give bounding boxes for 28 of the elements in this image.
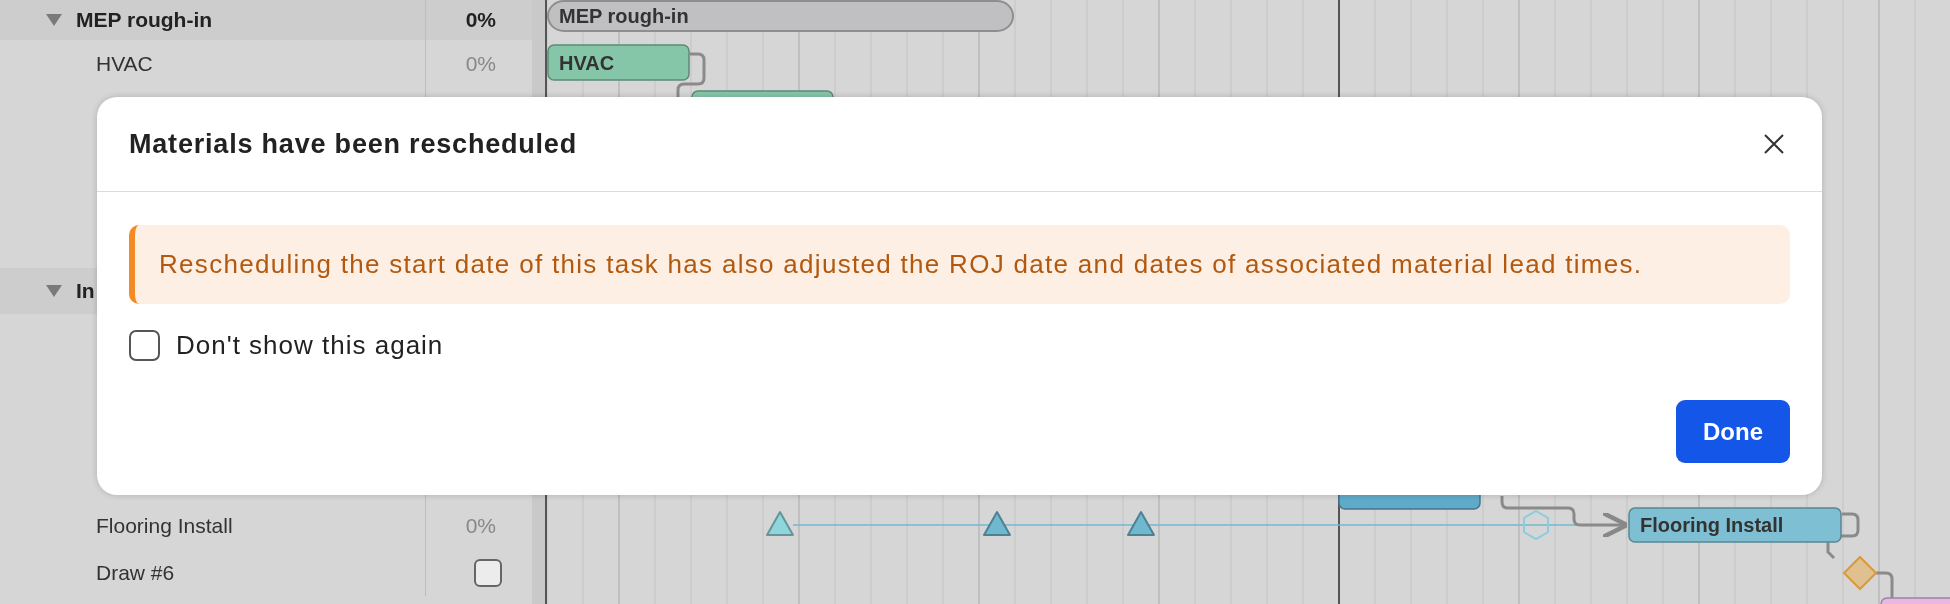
- group-name[interactable]: MEP rough-in: [76, 8, 213, 32]
- task-bar[interactable]: Flooring Install: [1628, 507, 1842, 543]
- task-bar[interactable]: HVAC: [547, 44, 690, 81]
- dialog-title: Materials have been rescheduled: [129, 128, 577, 160]
- warning-message: Rescheduling the start date of this task has also adjusted the ROJ date and dates of associated material lead times.: [159, 249, 1643, 279]
- collapse-triangle-icon[interactable]: [46, 285, 62, 297]
- connector-line: [1876, 571, 1894, 599]
- milestone-hexagon-icon[interactable]: [1523, 509, 1549, 541]
- task-name[interactable]: Draw #6: [96, 560, 175, 585]
- checkbox[interactable]: [129, 330, 160, 361]
- group-name[interactable]: In: [76, 279, 95, 303]
- checkbox-label[interactable]: Don't show this again: [176, 330, 444, 361]
- milestone-diamond-icon[interactable]: [1842, 555, 1878, 591]
- task-name[interactable]: HVAC: [96, 51, 153, 76]
- progress-value: 0%: [465, 513, 496, 538]
- close-icon: [1764, 134, 1784, 154]
- task-name[interactable]: Flooring Install: [96, 513, 233, 538]
- summary-bar[interactable]: MEP rough-in: [547, 0, 1014, 32]
- checkbox[interactable]: [474, 558, 502, 587]
- milestone-triangle-icon[interactable]: [983, 511, 1011, 536]
- collapse-triangle-icon[interactable]: [46, 14, 62, 26]
- connector-line: [676, 52, 706, 98]
- milestone-triangle-icon[interactable]: [1127, 511, 1155, 536]
- progress-value: 0%: [465, 51, 496, 76]
- milestone-triangle-icon[interactable]: [766, 511, 794, 536]
- progress-value: 0%: [465, 8, 496, 32]
- done-button[interactable]: Done: [1676, 400, 1790, 463]
- task-bar[interactable]: [1880, 597, 1950, 604]
